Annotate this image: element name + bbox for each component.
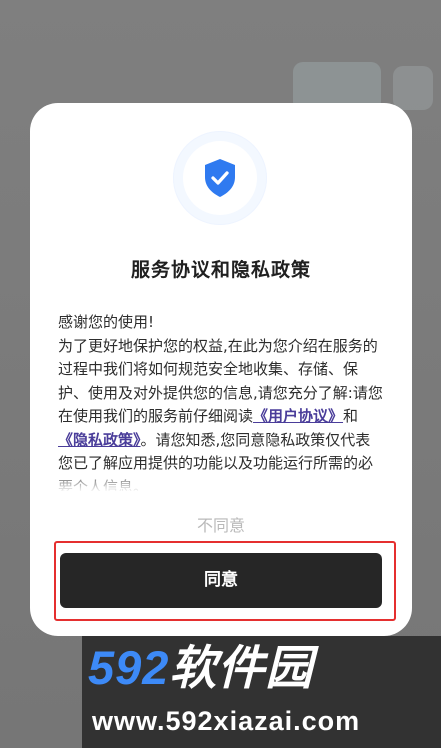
dialog-content[interactable]: 感谢您的使用! 为了更好地保护您的权益,在此为您介绍在服务的过程中我们将如何规范… bbox=[58, 311, 384, 491]
watermark: 592软件园 www.592xiazai.com bbox=[82, 636, 441, 748]
policy-paragraph: 为了更好地保护您的权益,在此为您介绍在服务的过程中我们将如何规范安全地收集、存储… bbox=[58, 335, 384, 492]
privacy-policy-link[interactable]: 《隐私政策》 bbox=[58, 431, 141, 449]
user-agreement-link[interactable]: 《用户协议》 bbox=[253, 407, 343, 425]
and-text: 和 bbox=[343, 407, 359, 425]
agree-button[interactable]: 同意 bbox=[60, 553, 382, 608]
shield-badge bbox=[173, 131, 267, 225]
greeting-text: 感谢您的使用! bbox=[58, 313, 155, 331]
decline-button[interactable]: 不同意 bbox=[30, 512, 412, 536]
dialog-title: 服务协议和隐私政策 bbox=[130, 259, 311, 281]
scroll-fade bbox=[58, 469, 384, 491]
shield-badge-inner bbox=[183, 141, 257, 215]
shield-check-icon bbox=[205, 159, 235, 197]
watermark-brand: 592软件园 bbox=[88, 638, 434, 698]
background-card bbox=[393, 66, 433, 110]
privacy-dialog: 服务协议和隐私政策 感谢您的使用! 为了更好地保护您的权益,在此为您介绍在服务的… bbox=[30, 103, 412, 636]
watermark-brand-number: 592 bbox=[88, 641, 170, 694]
watermark-url: www.592xiazai.com bbox=[92, 706, 361, 736]
watermark-brand-name: 软件园 bbox=[169, 641, 314, 694]
